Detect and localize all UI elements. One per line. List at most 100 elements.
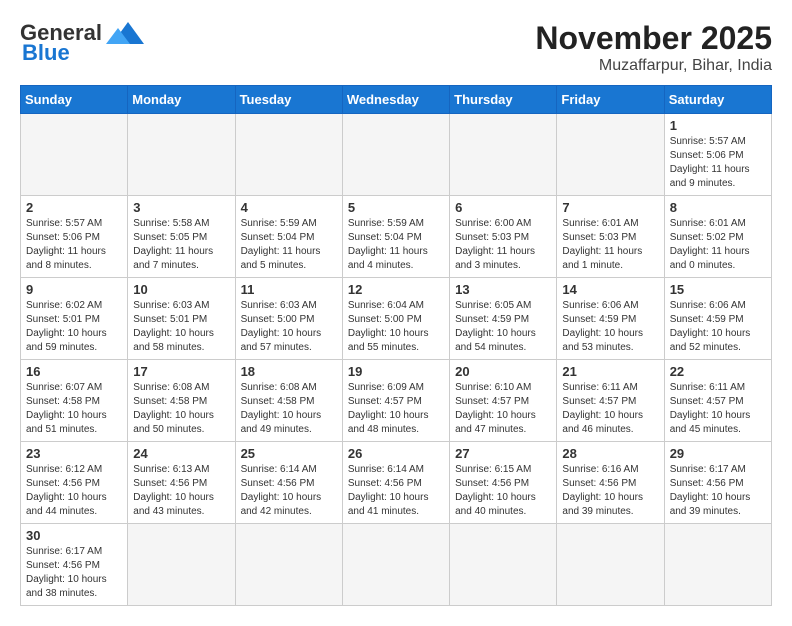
day-number: 9 xyxy=(26,282,122,297)
day-cell: 17 Sunrise: 6:08 AM Sunset: 4:58 PM Dayli… xyxy=(128,360,235,442)
calendar: SundayMondayTuesdayWednesdayThursdayFrid… xyxy=(20,85,772,606)
day-number: 2 xyxy=(26,200,122,215)
day-number: 23 xyxy=(26,446,122,461)
day-info: Sunrise: 6:14 AM Sunset: 4:56 PM Dayligh… xyxy=(348,463,444,519)
day-info: Sunrise: 6:08 AM Sunset: 4:58 PM Dayligh… xyxy=(133,381,229,437)
week-row-2: 2Sunrise: 5:57 AM Sunset: 5:06 PM Daylig… xyxy=(21,196,772,278)
day-number: 29 xyxy=(670,446,766,461)
day-cell xyxy=(342,114,449,196)
day-cell: 9 Sunrise: 6:02 AM Sunset: 5:01 PM Daylig… xyxy=(21,278,128,360)
day-cell: 27 Sunrise: 6:15 AM Sunset: 4:56 PM Dayli… xyxy=(450,442,557,524)
day-info: Sunrise: 6:13 AM Sunset: 4:56 PM Dayligh… xyxy=(133,463,229,519)
day-number: 28 xyxy=(562,446,658,461)
logo-icon xyxy=(106,20,144,46)
week-row-5: 23Sunrise: 6:12 AM Sunset: 4:56 PM Dayli… xyxy=(21,442,772,524)
day-info: Sunrise: 5:59 AM Sunset: 5:04 PM Dayligh… xyxy=(348,217,444,273)
day-number: 15 xyxy=(670,282,766,297)
day-number: 21 xyxy=(562,364,658,379)
day-info: Sunrise: 6:01 AM Sunset: 5:03 PM Dayligh… xyxy=(562,217,658,273)
day-number: 27 xyxy=(455,446,551,461)
day-info: Sunrise: 6:02 AM Sunset: 5:01 PM Dayligh… xyxy=(26,299,122,355)
weekday-header-friday: Friday xyxy=(557,86,664,114)
day-cell xyxy=(450,114,557,196)
day-cell xyxy=(235,114,342,196)
day-info: Sunrise: 6:05 AM Sunset: 4:59 PM Dayligh… xyxy=(455,299,551,355)
day-cell: 26Sunrise: 6:14 AM Sunset: 4:56 PM Dayli… xyxy=(342,442,449,524)
day-info: Sunrise: 5:59 AM Sunset: 5:04 PM Dayligh… xyxy=(241,217,337,273)
week-row-6: 30Sunrise: 6:17 AM Sunset: 4:56 PM Dayli… xyxy=(21,524,772,606)
day-info: Sunrise: 6:06 AM Sunset: 4:59 PM Dayligh… xyxy=(562,299,658,355)
day-info: Sunrise: 6:03 AM Sunset: 5:00 PM Dayligh… xyxy=(241,299,337,355)
day-number: 1 xyxy=(670,118,766,133)
weekday-header-row: SundayMondayTuesdayWednesdayThursdayFrid… xyxy=(21,86,772,114)
day-number: 4 xyxy=(241,200,337,215)
day-cell: 8 Sunrise: 6:01 AM Sunset: 5:02 PM Daylig… xyxy=(664,196,771,278)
day-number: 8 xyxy=(670,200,766,215)
day-number: 6 xyxy=(455,200,551,215)
day-number: 7 xyxy=(562,200,658,215)
day-info: Sunrise: 6:15 AM Sunset: 4:56 PM Dayligh… xyxy=(455,463,551,519)
weekday-header-tuesday: Tuesday xyxy=(235,86,342,114)
day-number: 10 xyxy=(133,282,229,297)
day-cell: 24Sunrise: 6:13 AM Sunset: 4:56 PM Dayli… xyxy=(128,442,235,524)
day-cell: 13 Sunrise: 6:05 AM Sunset: 4:59 PM Dayli… xyxy=(450,278,557,360)
day-cell: 18Sunrise: 6:08 AM Sunset: 4:58 PM Dayli… xyxy=(235,360,342,442)
day-cell: 16Sunrise: 6:07 AM Sunset: 4:58 PM Dayli… xyxy=(21,360,128,442)
day-number: 17 xyxy=(133,364,229,379)
weekday-header-wednesday: Wednesday xyxy=(342,86,449,114)
day-info: Sunrise: 6:04 AM Sunset: 5:00 PM Dayligh… xyxy=(348,299,444,355)
day-cell: 6 Sunrise: 6:00 AM Sunset: 5:03 PM Daylig… xyxy=(450,196,557,278)
day-info: Sunrise: 6:11 AM Sunset: 4:57 PM Dayligh… xyxy=(562,381,658,437)
day-cell: 22Sunrise: 6:11 AM Sunset: 4:57 PM Dayli… xyxy=(664,360,771,442)
weekday-header-saturday: Saturday xyxy=(664,86,771,114)
day-cell xyxy=(450,524,557,606)
day-cell: 19Sunrise: 6:09 AM Sunset: 4:57 PM Dayli… xyxy=(342,360,449,442)
week-row-1: 1Sunrise: 5:57 AM Sunset: 5:06 PM Daylig… xyxy=(21,114,772,196)
day-cell: 1Sunrise: 5:57 AM Sunset: 5:06 PM Daylig… xyxy=(664,114,771,196)
day-number: 25 xyxy=(241,446,337,461)
day-cell: 3 Sunrise: 5:58 AM Sunset: 5:05 PM Daylig… xyxy=(128,196,235,278)
logo-blue-text: Blue xyxy=(22,40,70,66)
weekday-header-monday: Monday xyxy=(128,86,235,114)
day-cell: 10 Sunrise: 6:03 AM Sunset: 5:01 PM Dayli… xyxy=(128,278,235,360)
day-cell: 11 Sunrise: 6:03 AM Sunset: 5:00 PM Dayli… xyxy=(235,278,342,360)
day-cell xyxy=(557,524,664,606)
day-info: Sunrise: 6:01 AM Sunset: 5:02 PM Dayligh… xyxy=(670,217,766,273)
title-block: November 2025 Muzaffarpur, Bihar, India xyxy=(535,20,772,75)
day-cell: 4 Sunrise: 5:59 AM Sunset: 5:04 PM Daylig… xyxy=(235,196,342,278)
day-number: 18 xyxy=(241,364,337,379)
day-info: Sunrise: 6:03 AM Sunset: 5:01 PM Dayligh… xyxy=(133,299,229,355)
day-cell: 21 Sunrise: 6:11 AM Sunset: 4:57 PM Dayli… xyxy=(557,360,664,442)
day-cell xyxy=(557,114,664,196)
day-number: 14 xyxy=(562,282,658,297)
day-cell xyxy=(21,114,128,196)
header: General Blue November 2025 Muzaffarpur, … xyxy=(20,20,772,75)
day-cell xyxy=(342,524,449,606)
day-info: Sunrise: 6:00 AM Sunset: 5:03 PM Dayligh… xyxy=(455,217,551,273)
day-cell xyxy=(128,524,235,606)
day-info: Sunrise: 6:06 AM Sunset: 4:59 PM Dayligh… xyxy=(670,299,766,355)
day-number: 13 xyxy=(455,282,551,297)
weekday-header-sunday: Sunday xyxy=(21,86,128,114)
day-number: 12 xyxy=(348,282,444,297)
week-row-4: 16Sunrise: 6:07 AM Sunset: 4:58 PM Dayli… xyxy=(21,360,772,442)
day-cell: 20Sunrise: 6:10 AM Sunset: 4:57 PM Dayli… xyxy=(450,360,557,442)
day-cell xyxy=(664,524,771,606)
day-info: Sunrise: 5:58 AM Sunset: 5:05 PM Dayligh… xyxy=(133,217,229,273)
day-cell: 28Sunrise: 6:16 AM Sunset: 4:56 PM Dayli… xyxy=(557,442,664,524)
day-number: 3 xyxy=(133,200,229,215)
day-number: 22 xyxy=(670,364,766,379)
day-number: 20 xyxy=(455,364,551,379)
month-year: November 2025 xyxy=(535,20,772,57)
week-row-3: 9 Sunrise: 6:02 AM Sunset: 5:01 PM Daylig… xyxy=(21,278,772,360)
logo: General Blue xyxy=(20,20,144,66)
day-info: Sunrise: 6:17 AM Sunset: 4:56 PM Dayligh… xyxy=(670,463,766,519)
day-number: 11 xyxy=(241,282,337,297)
day-cell xyxy=(128,114,235,196)
day-cell: 12 Sunrise: 6:04 AM Sunset: 5:00 PM Dayli… xyxy=(342,278,449,360)
day-number: 30 xyxy=(26,528,122,543)
location: Muzaffarpur, Bihar, India xyxy=(535,57,772,75)
day-info: Sunrise: 6:09 AM Sunset: 4:57 PM Dayligh… xyxy=(348,381,444,437)
day-number: 5 xyxy=(348,200,444,215)
day-cell: 5 Sunrise: 5:59 AM Sunset: 5:04 PM Daylig… xyxy=(342,196,449,278)
